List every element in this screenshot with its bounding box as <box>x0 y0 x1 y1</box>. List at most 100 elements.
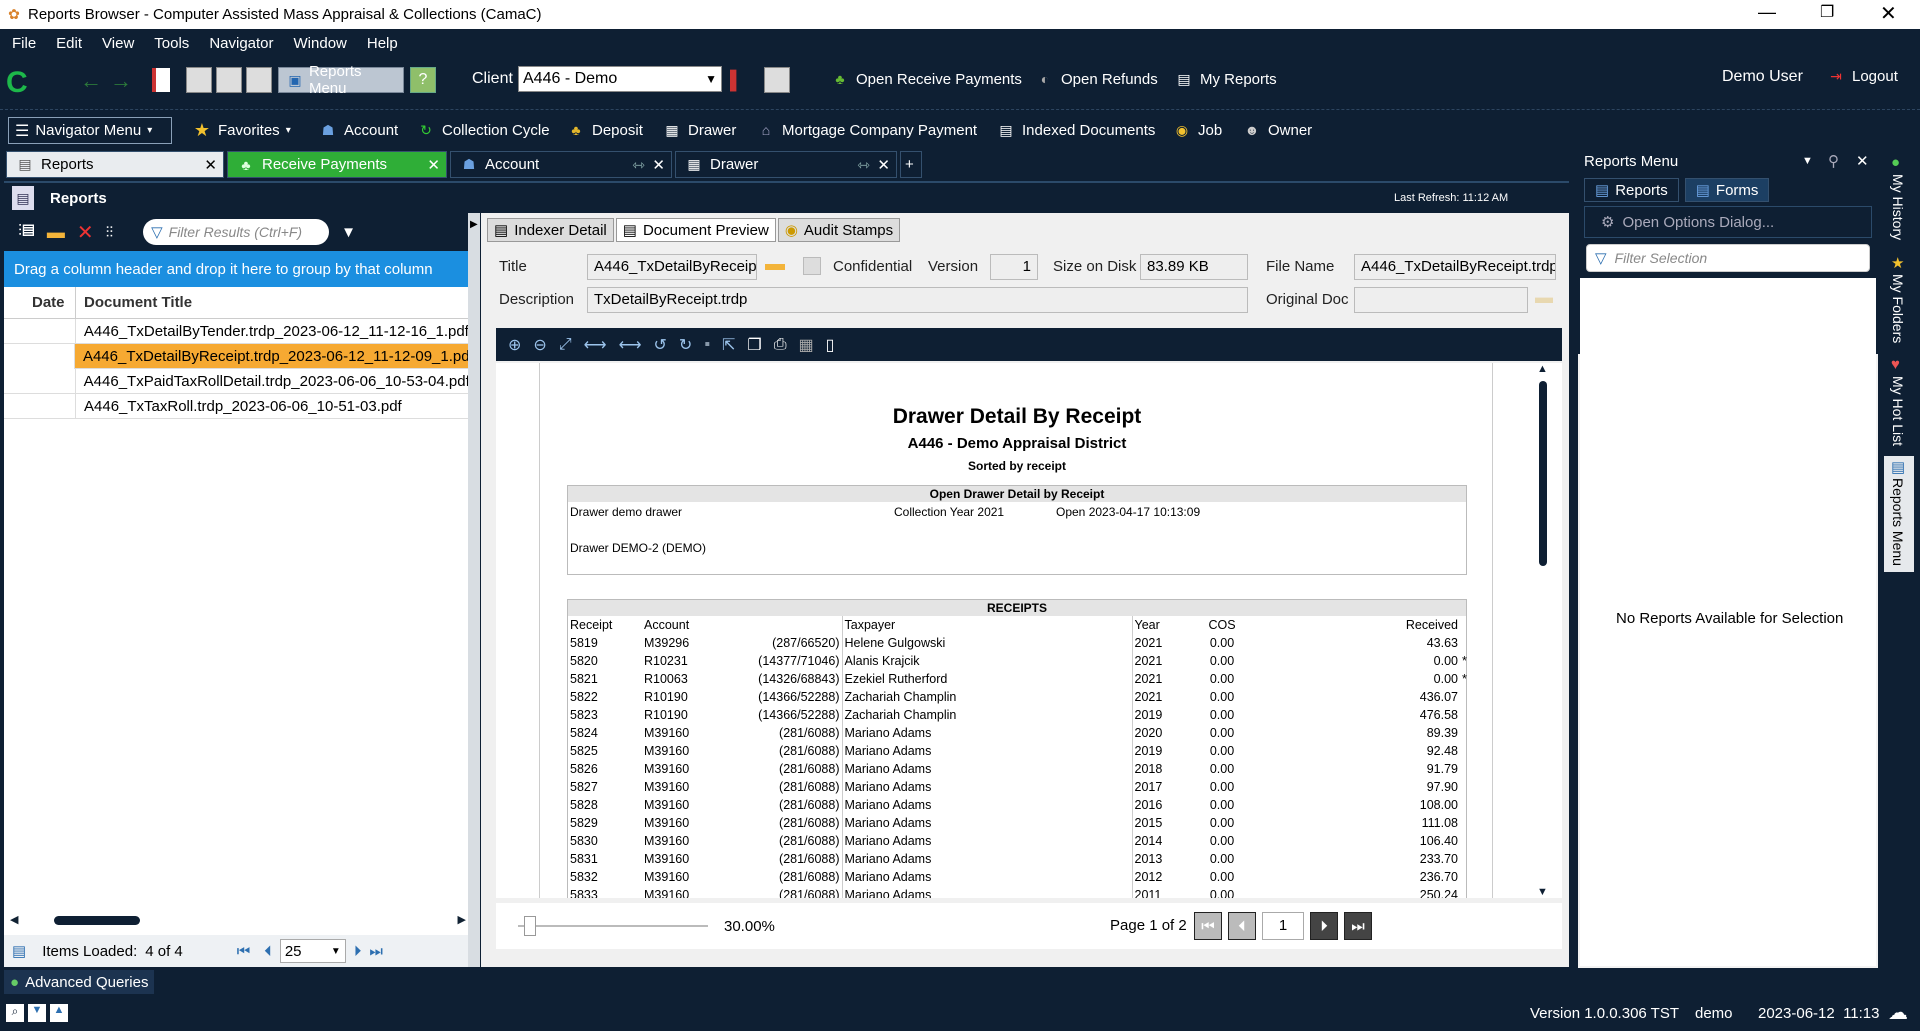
minimize-icon[interactable]: — <box>1758 2 1776 23</box>
nav-deposit[interactable]: ♣ Deposit <box>566 120 642 140</box>
pin-icon[interactable]: ⇿ <box>857 156 870 174</box>
open-receive-payments-button[interactable]: ♣ Open Receive Payments <box>830 69 1022 89</box>
scroll-thumb[interactable] <box>1539 381 1547 566</box>
close-icon[interactable]: ✕ <box>204 156 217 174</box>
filter-selection-input[interactable]: ▽ Filter Selection <box>1586 244 1870 272</box>
close-icon[interactable]: ✕ <box>1856 152 1869 170</box>
column-header-date[interactable]: Date <box>4 286 76 319</box>
table-row-selected[interactable]: A446_TxDetailByReceipt.trdp_2023-06-12_1… <box>4 343 468 369</box>
first-page-icon[interactable]: ⏮ <box>237 943 251 960</box>
table-row[interactable]: A446_TxTaxRoll.trdp_2023-06-06_10-51-03.… <box>4 393 468 419</box>
scroll-up-icon[interactable]: ▲ <box>1537 363 1548 375</box>
scroll-down-icon[interactable]: ▼ <box>1537 886 1548 898</box>
side-tab-my-folders[interactable]: ★ My Folders <box>1884 252 1914 352</box>
back-icon[interactable]: ← <box>80 68 102 94</box>
page-icon[interactable] <box>764 67 790 93</box>
restore-icon[interactable]: ❐ <box>1820 2 1834 22</box>
open-refunds-button[interactable]: ◐ Open Refunds <box>1035 69 1158 89</box>
menu-window[interactable]: Window <box>294 35 347 52</box>
close-icon[interactable]: ✕ <box>427 156 440 174</box>
group-by-hint[interactable]: Drag a column header and drop it here to… <box>4 251 468 287</box>
menu-view[interactable]: View <box>102 35 134 52</box>
close-icon[interactable]: ✕ <box>652 156 665 174</box>
tab-reports[interactable]: ▤ Reports ✕ <box>6 151 224 178</box>
nav-collection-cycle[interactable]: ↻ Collection Cycle <box>416 120 549 140</box>
favorites-button[interactable]: ★ Favorites ▾ <box>192 120 291 140</box>
delete-icon[interactable]: ✕ <box>77 220 94 245</box>
toolbar-tool-2-icon[interactable] <box>216 67 242 93</box>
prev-page-icon[interactable]: ⏴ <box>264 943 272 960</box>
document-viewport[interactable]: Drawer Detail By Receipt A446 - Demo App… <box>496 363 1562 898</box>
tab-receive-payments[interactable]: ♣ Receive Payments ✕ <box>227 151 447 178</box>
dropdown-icon[interactable]: ▼ <box>1802 155 1813 167</box>
description-field[interactable]: TxDetailByReceipt.trdp <box>587 287 1248 313</box>
toolbar-tool-3-icon[interactable] <box>246 67 272 93</box>
confidential-checkbox[interactable] <box>803 257 821 275</box>
menu-file[interactable]: File <box>12 35 36 52</box>
nav-indexed-documents[interactable]: ▤ Indexed Documents <box>996 120 1155 140</box>
forward-icon[interactable]: → <box>110 68 132 94</box>
subtab-document-preview[interactable]: ▤ Document Preview <box>615 218 776 242</box>
next-page-icon[interactable]: ⏵ <box>354 943 362 960</box>
vertical-scrollbar[interactable]: ▲ ▼ <box>1536 363 1550 898</box>
zoom-slider[interactable] <box>518 916 708 936</box>
tab-drawer[interactable]: ▦ Drawer ⇿ ✕ <box>675 151 897 178</box>
fit-page-icon[interactable]: ⤢ <box>559 336 572 354</box>
column-header-document-title[interactable]: Document Title <box>76 294 192 311</box>
tab-reports-menu[interactable]: ▤ Reports <box>1584 178 1679 202</box>
copy-icon[interactable]: ❐ <box>747 335 761 355</box>
reports-menu-button[interactable]: ▣ Reports Menu <box>278 63 404 97</box>
subtab-audit-stamps[interactable]: ◉ Audit Stamps <box>777 218 901 242</box>
size-on-disk-field[interactable]: 83.89 KB <box>1140 254 1248 280</box>
panel-splitter[interactable]: ▶ <box>468 213 480 967</box>
open-folder-icon[interactable]: ▬ <box>765 253 785 276</box>
pin-icon[interactable]: ⇿ <box>632 156 645 174</box>
rotate-left-icon[interactable]: ↺ <box>654 335 667 355</box>
scroll-thumb[interactable] <box>54 916 140 925</box>
collapse-arrow-icon[interactable]: ▶ <box>470 219 478 230</box>
my-reports-button[interactable]: ▤ My Reports <box>1174 69 1276 89</box>
page-number-input[interactable]: 1 <box>1262 912 1304 940</box>
last-page-icon[interactable]: ⏭ <box>369 943 383 960</box>
rotate-right-icon[interactable]: ↻ <box>679 335 692 355</box>
pdf-export-icon[interactable]: ▌ <box>730 70 743 91</box>
tab-account[interactable]: ☗ Account ⇿ ✕ <box>450 151 672 178</box>
browse-folder-icon[interactable]: ▬ <box>1535 287 1553 308</box>
scroll-down-arrow-icon[interactable]: ▼ <box>28 1004 46 1022</box>
more-options-icon[interactable]: ⫶⫶ <box>106 224 114 241</box>
nav-owner[interactable]: ☻ Owner <box>1242 120 1313 140</box>
close-icon[interactable]: ✕ <box>877 156 890 174</box>
print-icon[interactable]: ⎙ <box>774 336 787 354</box>
title-field[interactable]: A446_TxDetailByReceipt.t <box>587 254 757 280</box>
nav-job[interactable]: ◉ Job <box>1172 120 1222 140</box>
filter-results-input[interactable]: ▽ Filter Results (Ctrl+F) <box>143 219 330 245</box>
tab-forms[interactable]: ▤ Forms <box>1684 178 1770 202</box>
open-folder-icon[interactable]: ▬ <box>47 222 65 243</box>
toolbar-tool-1-icon[interactable] <box>186 67 212 93</box>
first-page-button[interactable]: ⏮ <box>1194 912 1222 940</box>
report-options-icon[interactable]: ⫶▤ <box>18 223 35 241</box>
nav-mortgage-company-payment[interactable]: ⌂ Mortgage Company Payment <box>756 120 977 140</box>
side-tab-reports-menu[interactable]: ▤ Reports Menu <box>1884 456 1914 572</box>
scroll-up-arrow-icon[interactable]: ▲ <box>50 1004 68 1022</box>
fit-height-icon[interactable]: ⟷ <box>619 335 642 355</box>
zoom-slider-thumb[interactable] <box>524 916 536 936</box>
menu-edit[interactable]: Edit <box>56 35 82 52</box>
version-field[interactable]: 1 <box>990 254 1038 280</box>
file-name-field[interactable]: A446_TxDetailByReceipt.trdp_ <box>1354 254 1556 280</box>
advanced-queries-button[interactable]: ● Advanced Queries <box>4 970 154 994</box>
menu-tools[interactable]: Tools <box>154 35 189 52</box>
close-window-icon[interactable]: ✕ <box>1880 1 1897 26</box>
nav-drawer[interactable]: ▦ Drawer <box>662 120 736 140</box>
page-setup-icon[interactable]: ▯ <box>826 335 835 355</box>
table-row[interactable]: A446_TxDetailByTender.trdp_2023-06-12_11… <box>4 318 468 344</box>
client-select[interactable]: A446 - Demo ▼ <box>518 66 722 92</box>
search-icon[interactable]: ⌕ <box>6 1004 24 1022</box>
nav-account[interactable]: ☗ Account <box>318 120 398 140</box>
fit-width-icon[interactable]: ⟷ <box>584 335 607 355</box>
new-document-icon[interactable] <box>152 68 170 92</box>
grid-icon[interactable]: ▦ <box>799 335 814 355</box>
next-page-button[interactable]: ⏵ <box>1310 912 1338 940</box>
pin-icon[interactable]: ⚲ <box>1828 152 1839 170</box>
save-icon[interactable]: ▪ <box>704 336 710 354</box>
